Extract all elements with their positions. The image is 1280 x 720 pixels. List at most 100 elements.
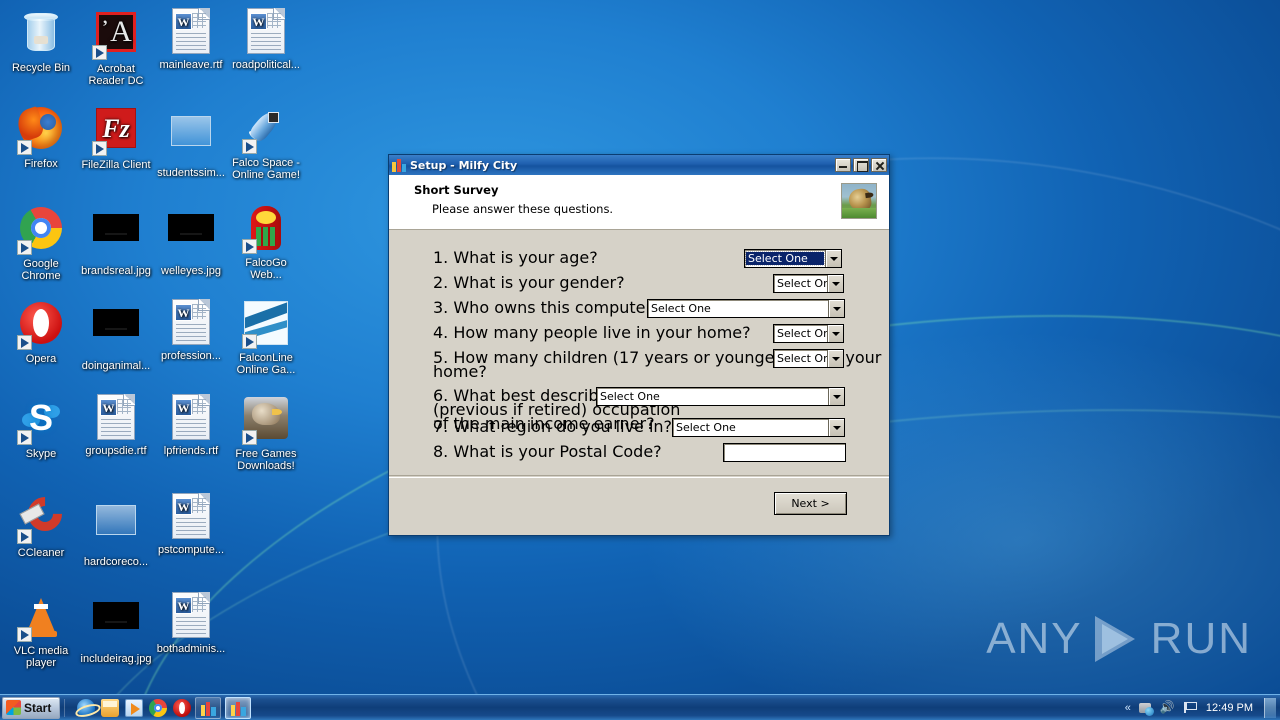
watermark-any-text: ANY xyxy=(986,614,1083,663)
desktop-icon-roadpolitical[interactable]: Wroadpolitical... xyxy=(229,8,303,71)
jpg-thumbnail-icon xyxy=(167,214,215,262)
chevron-down-icon[interactable] xyxy=(825,250,841,267)
desktop-icon-vlc-media[interactable]: VLC media player xyxy=(4,592,78,669)
desktop-icon-label: Acrobat Reader DC xyxy=(88,63,144,87)
dropdown-selected-value: Select One xyxy=(676,421,736,434)
setup-window-title-bar[interactable]: Setup - Milfy City xyxy=(389,155,889,175)
volume-icon[interactable] xyxy=(1160,700,1175,715)
jpg-thumbnail-icon xyxy=(92,602,140,650)
desktop-icon-bothadminis[interactable]: Wbothadminis... xyxy=(154,592,228,655)
chevron-down-icon[interactable] xyxy=(827,350,843,367)
desktop-icon-lpfriends-rtf[interactable]: Wlpfriends.rtf xyxy=(154,394,228,457)
show-hidden-icons-chevron[interactable]: « xyxy=(1125,702,1131,714)
desktop-icon-label: roadpolitical... xyxy=(232,59,300,71)
desktop-icon-label: pstcompute... xyxy=(157,544,225,556)
setup-header-panel: Short Survey Please answer these questio… xyxy=(389,175,889,230)
chevron-down-icon[interactable] xyxy=(827,275,843,292)
show-desktop-button[interactable] xyxy=(1264,697,1276,718)
shortcut-arrow-icon xyxy=(242,334,257,349)
desktop-icon-welleyes-jpg[interactable]: welleyes.jpg xyxy=(154,204,228,277)
network-icon[interactable] xyxy=(1138,700,1154,716)
desktop-icon-free-games[interactable]: Free Games Downloads! xyxy=(229,394,303,472)
action-center-flag-icon[interactable] xyxy=(1182,700,1197,715)
chevron-down-icon[interactable] xyxy=(827,325,843,342)
desktop[interactable]: Recycle Bin ᾿A Acrobat Reader DC Wmainleave… xyxy=(0,0,1280,720)
desktop-icon-includeirag-jpg[interactable]: includeirag.jpg xyxy=(79,592,153,665)
dropdown-selected-value: Select One xyxy=(745,251,825,266)
desktop-icon-profession[interactable]: Wprofession... xyxy=(154,299,228,362)
chrome-icon[interactable] xyxy=(149,698,167,717)
window-controls xyxy=(835,158,887,172)
shortcut-arrow-icon xyxy=(17,240,32,255)
taskbar-clock[interactable]: 12:49 PM xyxy=(1204,702,1255,714)
next-button[interactable]: Next > xyxy=(774,492,847,515)
desktop-icon-doinganimal[interactable]: doinganimal... xyxy=(79,299,153,372)
question-4-dropdown[interactable]: Select One xyxy=(773,324,844,343)
desktop-icon-opera[interactable]: Opera xyxy=(4,299,78,365)
rtf-document-icon: W xyxy=(167,299,215,347)
question-7-dropdown[interactable]: Select One xyxy=(672,418,845,437)
desktop-icon-brandsreal-jpg[interactable]: brandsreal.jpg xyxy=(79,204,153,277)
shortcut-arrow-icon xyxy=(17,627,32,642)
question-3-dropdown[interactable]: Select One xyxy=(647,299,845,318)
falconline-icon xyxy=(242,301,290,349)
maximize-button[interactable] xyxy=(853,158,869,172)
filezilla-icon: Fz xyxy=(92,108,140,156)
desktop-icon-google[interactable]: Google Chrome xyxy=(4,204,78,282)
windows-explorer-icon[interactable] xyxy=(101,698,119,717)
desktop-icon-recycle-bin[interactable]: Recycle Bin xyxy=(4,8,78,74)
chevron-down-icon[interactable] xyxy=(828,300,844,317)
play-triangle-icon xyxy=(1091,613,1143,665)
taskbar-divider xyxy=(64,698,65,717)
desktop-icon-groupsdie-rtf[interactable]: Wgroupsdie.rtf xyxy=(79,394,153,457)
desktop-icon-label: Falco Space - Online Game! xyxy=(232,157,300,181)
chevron-down-icon[interactable] xyxy=(828,419,844,436)
desktop-icon-studentssim[interactable]: studentssim... xyxy=(154,104,228,179)
question-label-7: 7. What region do you live in? xyxy=(433,417,673,436)
desktop-icon-label: welleyes.jpg xyxy=(161,265,221,277)
desktop-icon-filezilla-client[interactable]: Fz FileZilla Client xyxy=(79,104,153,171)
desktop-icon-acrobat[interactable]: ᾿A Acrobat Reader DC xyxy=(79,8,153,87)
opera-icon[interactable] xyxy=(173,698,191,717)
setup-window[interactable]: Setup - Milfy City Short Survey Please a… xyxy=(388,154,890,536)
minimize-button[interactable] xyxy=(835,158,851,172)
taskbar-setup-window-2[interactable] xyxy=(225,696,251,719)
desktop-icon-label: brandsreal.jpg xyxy=(81,265,151,277)
desktop-icon-falcogo[interactable]: FalcoGo Web... xyxy=(229,204,303,281)
desktop-icon-falconline[interactable]: FalconLine Online Ga... xyxy=(229,299,303,376)
close-button[interactable] xyxy=(871,158,887,172)
page-subtitle: Please answer these questions. xyxy=(432,202,614,216)
desktop-icon-mainleave-rtf[interactable]: Wmainleave.rtf xyxy=(154,8,228,71)
internet-explorer-icon[interactable] xyxy=(77,698,95,717)
windows-media-player-icon[interactable] xyxy=(125,698,143,717)
chevron-down-icon[interactable] xyxy=(828,388,844,405)
ccleaner-icon xyxy=(17,489,70,544)
taskbar[interactable]: Start « 12:49 PM xyxy=(0,694,1280,720)
desktop-icon-firefox[interactable]: Firefox xyxy=(4,104,78,170)
rtf-document-icon: W xyxy=(92,394,140,442)
question-label-1: 1. What is your age? xyxy=(433,248,598,267)
question-label-2: 2. What is your gender? xyxy=(433,273,625,292)
desktop-icon-falco-space[interactable]: Falco Space - Online Game! xyxy=(229,104,303,181)
question-6-dropdown[interactable]: Select One xyxy=(596,387,845,406)
shortcut-arrow-icon xyxy=(242,430,257,445)
desktop-icon-skype[interactable]: S Skype xyxy=(4,394,78,460)
rtf-document-icon: W xyxy=(167,592,215,640)
desktop-icon-label: Recycle Bin xyxy=(11,62,71,74)
question-5-dropdown[interactable]: Select One xyxy=(773,349,844,368)
desktop-icon-hardcoreco[interactable]: hardcoreco... xyxy=(79,493,153,568)
taskbar-setup-window-1[interactable] xyxy=(195,696,221,719)
postal-code-input[interactable] xyxy=(723,443,846,462)
dropdown-selected-value: Select One xyxy=(651,302,711,315)
question-2-dropdown[interactable]: Select One xyxy=(773,274,844,293)
shortcut-arrow-icon xyxy=(92,141,107,156)
quick-launch-bar xyxy=(77,698,191,717)
start-button[interactable]: Start xyxy=(2,696,60,719)
desktop-icon-label: FalconLine Online Ga... xyxy=(236,352,296,376)
desktop-icon-ccleaner[interactable]: CCleaner xyxy=(4,489,78,559)
desktop-icon-label: FileZilla Client xyxy=(81,159,151,171)
setup-window-title: Setup - Milfy City xyxy=(410,158,518,172)
question-1-dropdown[interactable]: Select One xyxy=(744,249,842,268)
desktop-icon-label: bothadminis... xyxy=(156,643,226,655)
desktop-icon-pstcompute[interactable]: Wpstcompute... xyxy=(154,493,228,556)
